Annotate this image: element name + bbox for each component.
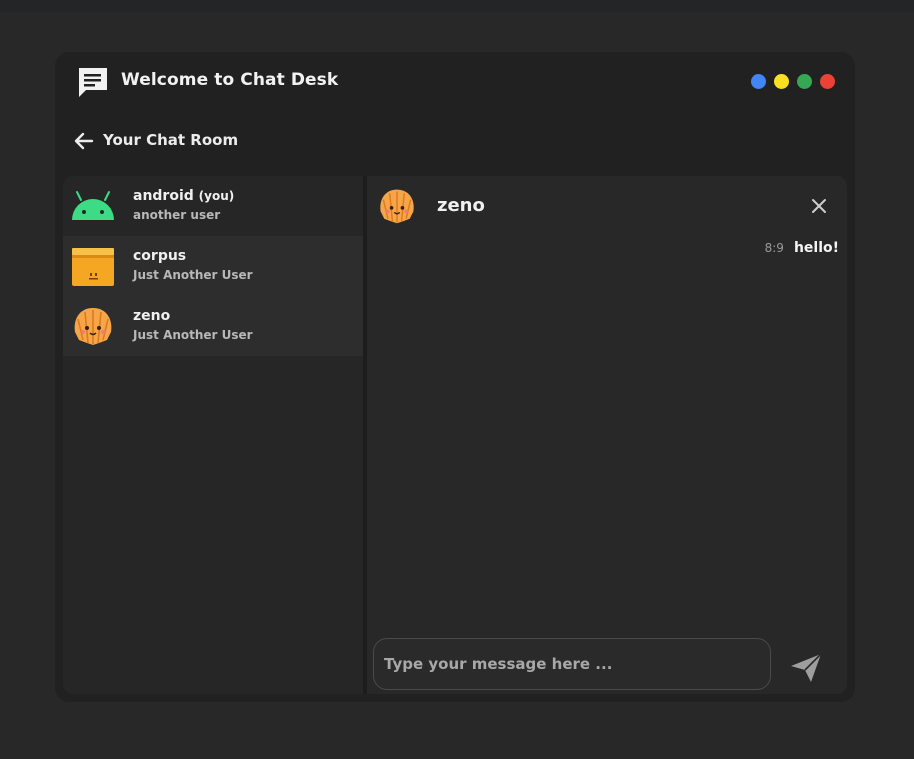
contact-name: zeno xyxy=(133,308,171,324)
contact-subtitle: another user xyxy=(133,208,221,222)
window-dot-red[interactable] xyxy=(820,74,835,89)
send-icon[interactable] xyxy=(789,652,823,684)
contact-list: android (you) another user corpus Just A… xyxy=(63,176,363,694)
chat-partner-name: zeno xyxy=(437,195,485,216)
contact-name: corpus xyxy=(133,248,187,264)
you-tag: (you) xyxy=(198,189,235,203)
box-icon xyxy=(72,248,114,286)
android-icon xyxy=(72,191,114,220)
chat-header: zeno xyxy=(367,176,847,236)
room-title: Your Chat Room xyxy=(103,131,239,149)
close-icon[interactable] xyxy=(809,196,829,216)
message-text: hello! xyxy=(793,240,839,256)
window-dot-green[interactable] xyxy=(797,74,812,89)
window-dot-yellow[interactable] xyxy=(774,74,789,89)
chat-icon xyxy=(79,68,107,97)
contact-subtitle: Just Another User xyxy=(133,328,253,342)
app-title: Welcome to Chat Desk xyxy=(121,70,339,90)
contact-item-android[interactable]: android (you) another user xyxy=(63,176,363,236)
contact-subtitle: Just Another User xyxy=(133,268,253,282)
contact-name: android (you) xyxy=(133,188,235,204)
message-composer xyxy=(373,638,771,690)
chat-pane: zeno 8:9 hello! xyxy=(367,176,847,694)
message: 8:9 hello! xyxy=(765,240,839,262)
window-dot-blue[interactable] xyxy=(751,74,766,89)
contact-item-corpus[interactable]: corpus Just Another User xyxy=(63,236,363,296)
message-input[interactable] xyxy=(384,651,754,677)
contact-item-zeno[interactable]: zeno Just Another User xyxy=(63,296,363,356)
title-bar: Welcome to Chat Desk xyxy=(55,52,855,112)
top-bar xyxy=(0,0,914,12)
arrow-left-icon[interactable] xyxy=(73,130,95,152)
room-header: Your Chat Room xyxy=(55,124,855,160)
shell-icon xyxy=(74,308,112,345)
shell-icon xyxy=(380,189,414,224)
message-time: 8:9 xyxy=(764,241,784,255)
chat-desk-window: Welcome to Chat Desk Your Chat Room andr… xyxy=(55,52,855,702)
